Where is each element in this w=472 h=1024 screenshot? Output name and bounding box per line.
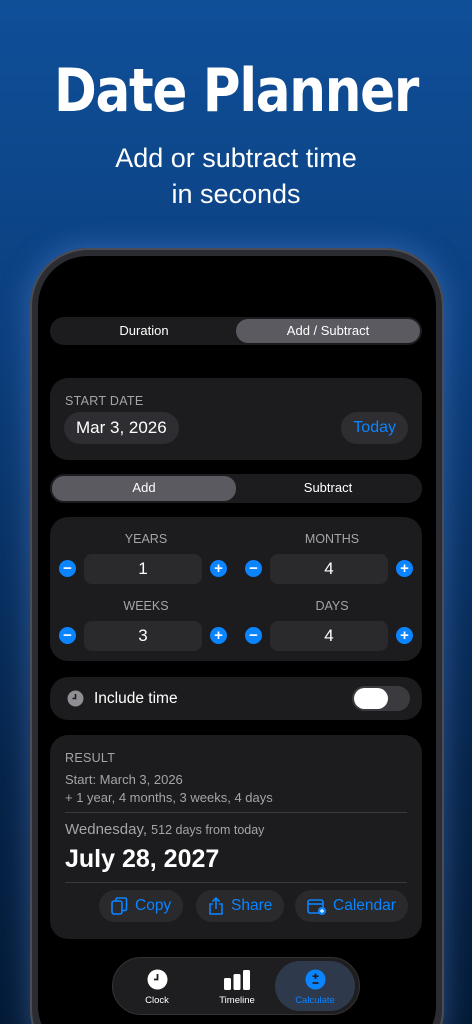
weeks-label: WEEKS [123, 599, 169, 613]
start-date-label: START DATE [65, 394, 144, 408]
result-card: RESULT Start: March 3, 2026 + 1 year, 4 … [50, 735, 422, 939]
clock-icon [67, 690, 84, 707]
hero-subtitle: Add or subtract time in seconds [0, 140, 472, 212]
days-increment-button[interactable]: + [396, 627, 413, 644]
result-divider-2 [65, 882, 407, 883]
copy-button[interactable]: Copy [99, 890, 184, 922]
clock-icon [147, 969, 168, 990]
days-value[interactable]: 4 [270, 621, 388, 651]
tab-add[interactable]: Add [52, 476, 236, 501]
tab-calculate-label: Calculate [295, 995, 335, 1006]
tab-add-subtract[interactable]: Add / Subtract [236, 319, 420, 343]
years-value[interactable]: 1 [84, 554, 202, 584]
months-label: MONTHS [304, 532, 360, 546]
hero-subtitle-line-2: in seconds [171, 179, 301, 209]
operation-segmented-control: Add Subtract [50, 474, 422, 503]
months-value[interactable]: 4 [270, 554, 388, 584]
start-date-picker[interactable]: Mar 3, 2026 [64, 412, 179, 444]
result-date: July 28, 2027 [65, 845, 220, 873]
tab-clock[interactable]: Clock [117, 961, 197, 1011]
result-days-from-today: 512 days from today [151, 823, 265, 837]
tab-timeline-label: Timeline [219, 995, 255, 1006]
years-increment-button[interactable]: + [210, 560, 227, 577]
duration-steppers-card: YEARS − 1 + MONTHS − 4 + WEEKS − 3 + DAY… [50, 517, 422, 661]
result-start-line: Start: March 3, 2026 [65, 772, 183, 787]
calendar-button[interactable]: Calendar [295, 890, 408, 922]
include-time-toggle[interactable] [352, 686, 410, 711]
hero-title: Date Planner [53, 56, 419, 126]
copy-icon [111, 896, 128, 915]
days-stepper: DAYS − 4 + [244, 599, 420, 651]
plus-minus-icon [305, 969, 326, 990]
today-button[interactable]: Today [341, 412, 408, 444]
tab-duration[interactable]: Duration [52, 319, 236, 343]
bar-chart-icon [224, 970, 250, 990]
share-button[interactable]: Share [196, 890, 285, 922]
months-decrement-button[interactable]: − [245, 560, 262, 577]
share-icon [209, 896, 223, 915]
include-time-card: Include time [50, 677, 422, 720]
weeks-increment-button[interactable]: + [210, 627, 227, 644]
months-increment-button[interactable]: + [396, 560, 413, 577]
result-label: RESULT [65, 751, 116, 765]
tab-bar: Clock Timeline Calculate [112, 957, 360, 1015]
tab-subtract[interactable]: Subtract [236, 476, 420, 501]
mode-segmented-control: Duration Add / Subtract [50, 317, 422, 345]
copy-label: Copy [135, 897, 172, 914]
tab-calculate[interactable]: Calculate [275, 961, 355, 1011]
share-label: Share [231, 897, 273, 914]
result-divider [65, 812, 407, 813]
calendar-add-icon [307, 898, 326, 915]
calendar-label: Calendar [333, 897, 396, 914]
days-decrement-button[interactable]: − [245, 627, 262, 644]
toggle-knob [354, 688, 388, 709]
years-label: YEARS [124, 532, 168, 546]
weeks-decrement-button[interactable]: − [59, 627, 76, 644]
start-date-card: START DATE Mar 3, 2026 Today [50, 378, 422, 460]
years-decrement-button[interactable]: − [59, 560, 76, 577]
hero-subtitle-line-1: Add or subtract time [115, 143, 357, 173]
result-delta-line: + 1 year, 4 months, 3 weeks, 4 days [65, 790, 273, 805]
include-time-label: Include time [94, 690, 178, 707]
weeks-value[interactable]: 3 [84, 621, 202, 651]
weeks-stepper: WEEKS − 3 + [58, 599, 234, 651]
months-stepper: MONTHS − 4 + [244, 532, 420, 584]
tab-clock-label: Clock [145, 995, 169, 1006]
years-stepper: YEARS − 1 + [58, 532, 234, 584]
result-weekday: Wednesday, [65, 821, 147, 838]
days-label: DAYS [315, 599, 349, 613]
tab-timeline[interactable]: Timeline [197, 961, 277, 1011]
result-weekday-line: Wednesday, 512 days from today [65, 821, 264, 838]
